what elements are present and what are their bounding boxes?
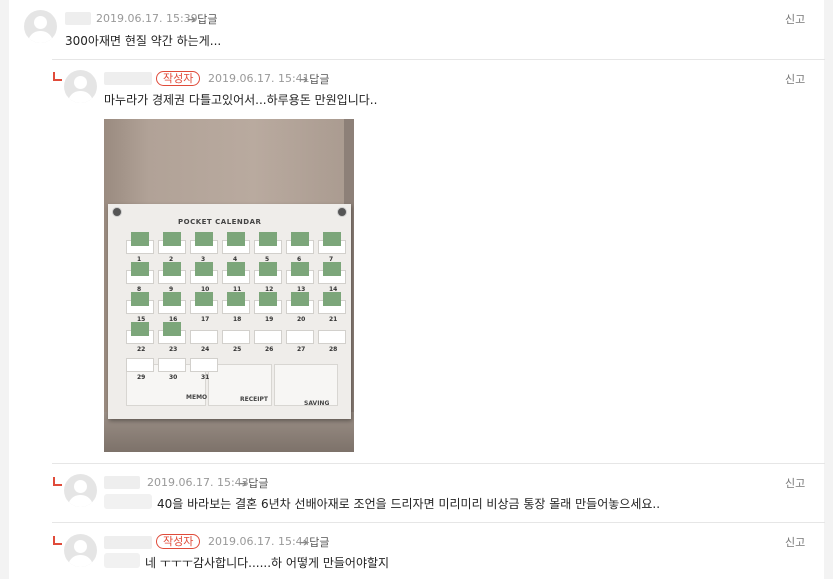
money-card — [259, 232, 277, 246]
money-card — [163, 262, 181, 276]
blurred-mention — [104, 553, 140, 568]
reply-arrow-icon: ➔ — [299, 536, 309, 549]
calendar-day-number: 28 — [329, 346, 338, 353]
comment-timestamp: 2019.06.17. 15:43 — [147, 476, 249, 489]
memo-label: MEMO — [186, 394, 208, 401]
money-card — [195, 262, 213, 276]
blurred-nickname[interactable] — [104, 536, 152, 549]
calendar-day-number: 24 — [201, 346, 210, 353]
calendar-day-number: 18 — [233, 316, 242, 323]
money-card — [163, 232, 181, 246]
calendar-day-number: 26 — [265, 346, 274, 353]
reply-button[interactable]: ➔답글 — [238, 475, 268, 491]
attached-photo[interactable]: POCKET CALENDAR MEMO RECEIPT SAVING 1234… — [104, 119, 354, 452]
calendar-day-number: 17 — [201, 316, 210, 323]
author-badge: 작성자 — [156, 534, 201, 549]
calendar-pocket — [126, 358, 154, 372]
calendar-pocket — [318, 330, 346, 344]
calendar-pocket — [190, 358, 218, 372]
report-button[interactable]: 신고 — [785, 71, 805, 87]
calendar-day-number: 19 — [265, 316, 274, 323]
avatar[interactable] — [24, 10, 57, 43]
money-card — [131, 292, 149, 306]
money-card — [323, 232, 341, 246]
calendar-day-number: 20 — [297, 316, 306, 323]
calendar-day-number: 31 — [201, 374, 210, 381]
comment-divider — [52, 59, 825, 60]
blurred-mention — [104, 494, 152, 509]
reply-indent-icon — [53, 477, 62, 486]
calendar-pocket — [158, 358, 186, 372]
money-card — [259, 292, 277, 306]
comment-text: 네 ㅜㅜㅜ감사합니다......하 어떻게 만들어야할지 — [145, 556, 390, 570]
calendar-pocket — [190, 330, 218, 344]
calendar-day-number: 25 — [233, 346, 242, 353]
comment-divider — [52, 463, 825, 464]
money-card — [163, 322, 181, 336]
money-card — [259, 262, 277, 276]
receipt-label: RECEIPT — [240, 396, 268, 403]
comment-text: 300아재면 현질 약간 하는게... — [65, 34, 222, 48]
blurred-nickname[interactable] — [104, 476, 140, 489]
calendar-day-number: 22 — [137, 346, 146, 353]
money-card — [227, 232, 245, 246]
money-card — [291, 232, 309, 246]
grommet — [337, 207, 347, 217]
report-button[interactable]: 신고 — [785, 534, 805, 550]
avatar[interactable] — [64, 70, 97, 103]
reply-button[interactable]: ➔답글 — [299, 534, 329, 550]
blurred-nickname[interactable] — [104, 72, 152, 85]
reply-button[interactable]: ➔답글 — [299, 71, 329, 87]
pocket-calendar: POCKET CALENDAR MEMO RECEIPT SAVING 1234… — [108, 204, 351, 419]
calendar-title: POCKET CALENDAR — [178, 218, 262, 226]
avatar[interactable] — [64, 534, 97, 567]
blurred-nickname[interactable] — [65, 12, 91, 25]
author-badge: 작성자 — [156, 71, 201, 86]
money-card — [323, 262, 341, 276]
calendar-pocket — [254, 330, 282, 344]
money-card — [195, 292, 213, 306]
money-card — [131, 262, 149, 276]
money-card — [131, 232, 149, 246]
comment-text: 40을 바라보는 결혼 6년차 선배아재로 조언을 드리자면 미리미리 비상금 … — [157, 497, 661, 511]
comment-timestamp: 2019.06.17. 15:41 — [208, 72, 310, 85]
report-button[interactable]: 신고 — [785, 475, 805, 491]
money-card — [323, 292, 341, 306]
grommet — [112, 207, 122, 217]
money-card — [227, 292, 245, 306]
reply-indent-icon — [53, 72, 62, 81]
money-card — [291, 262, 309, 276]
money-card — [163, 292, 181, 306]
calendar-day-number: 21 — [329, 316, 338, 323]
calendar-pocket — [286, 330, 314, 344]
comment-divider — [52, 522, 825, 523]
reply-arrow-icon: ➔ — [299, 73, 309, 86]
comment-timestamp: 2019.06.17. 15:44 — [208, 535, 310, 548]
saving-label: SAVING — [304, 400, 330, 407]
money-card — [291, 292, 309, 306]
avatar[interactable] — [64, 474, 97, 507]
comment-text: 마누라가 경제권 다틀고있어서...하루용돈 만원입니다.. — [104, 93, 378, 107]
calendar-pocket — [222, 330, 250, 344]
calendar-day-number: 27 — [297, 346, 306, 353]
money-card — [195, 232, 213, 246]
reply-indent-icon — [53, 536, 62, 545]
reply-arrow-icon: ➔ — [187, 13, 197, 26]
comment-timestamp: 2019.06.17. 15:39 — [96, 12, 198, 25]
reply-button[interactable]: ➔답글 — [187, 11, 217, 27]
calendar-day-number: 29 — [137, 374, 146, 381]
calendar-day-number: 23 — [169, 346, 178, 353]
calendar-day-number: 30 — [169, 374, 178, 381]
report-button[interactable]: 신고 — [785, 11, 805, 27]
reply-arrow-icon: ➔ — [238, 477, 248, 490]
money-card — [131, 322, 149, 336]
money-card — [227, 262, 245, 276]
